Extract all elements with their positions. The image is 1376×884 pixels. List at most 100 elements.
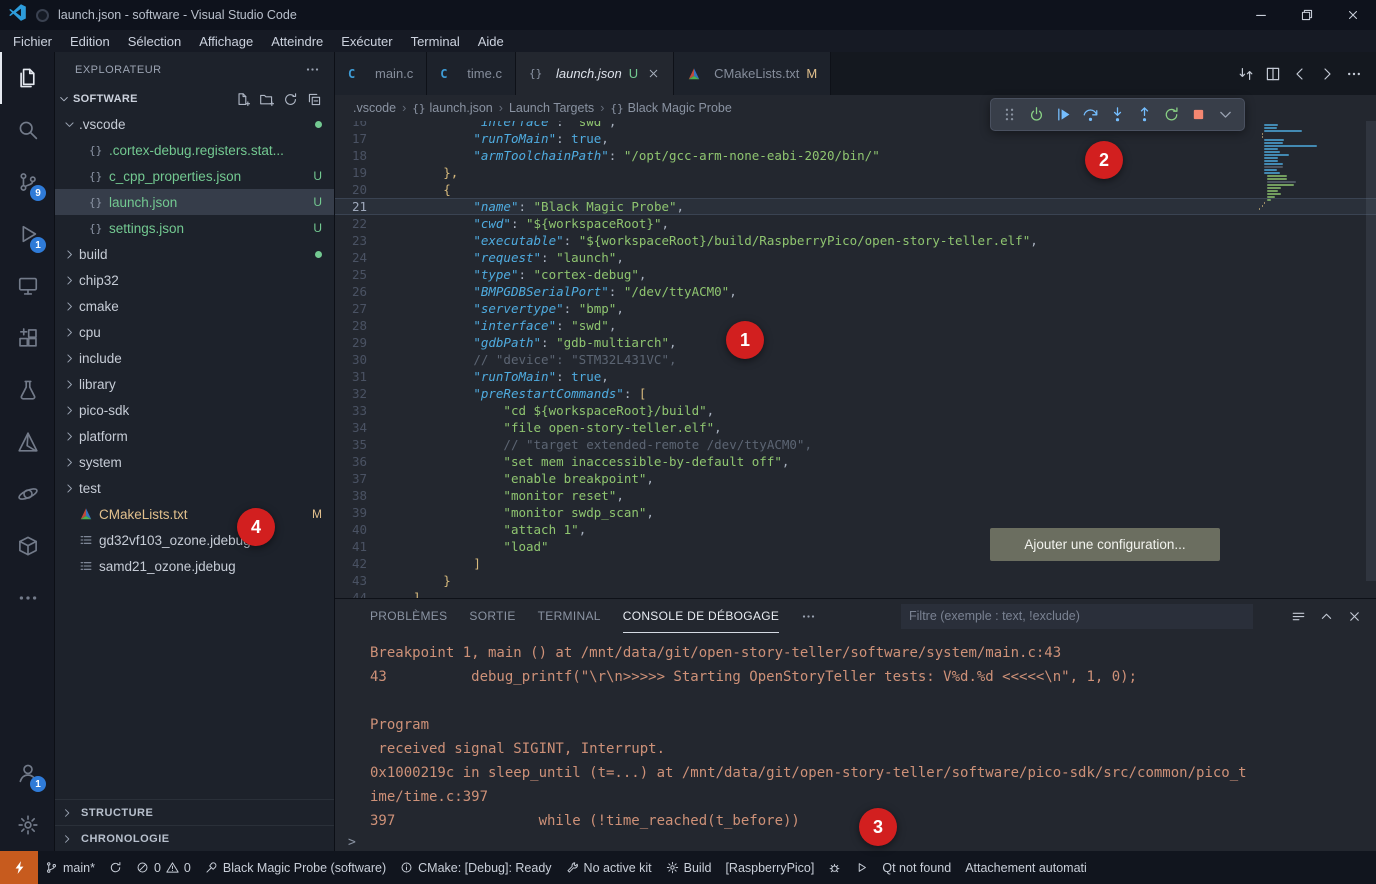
close-button[interactable]: [1330, 0, 1376, 30]
status-sync[interactable]: [102, 861, 129, 874]
breadcrumb-item-launch-targets[interactable]: Launch Targets: [509, 101, 594, 115]
status-qt-status[interactable]: Qt not found: [875, 861, 958, 875]
breadcrumb-item-black-magic-probe[interactable]: {}Black Magic Probe: [610, 101, 731, 115]
code-line-29[interactable]: 29 "gdbPath": "gdb-multiarch",: [335, 334, 1376, 351]
code-line-24[interactable]: 24 "request": "launch",: [335, 249, 1376, 266]
activity-testing[interactable]: [0, 364, 54, 416]
editor-scrollbar[interactable]: [1366, 121, 1376, 581]
minimap[interactable]: [1256, 124, 1362, 211]
panel-more-icon[interactable]: [801, 609, 816, 624]
status-auto-attach[interactable]: Attachement automati: [958, 861, 1094, 875]
tree-item-c-cpp-properties-json[interactable]: {}c_cpp_properties.jsonU: [55, 163, 334, 189]
code-line-38[interactable]: 38 "monitor reset",: [335, 487, 1376, 504]
maximize-button[interactable]: [1284, 0, 1330, 30]
tree-item-gd32vf103-ozone-jdebug[interactable]: gd32vf103_ozone.jdebug: [55, 527, 334, 553]
step-into-button[interactable]: [1105, 102, 1130, 127]
collapse-all-icon[interactable]: [307, 92, 322, 107]
refresh-icon[interactable]: [283, 92, 298, 107]
tree-item-launch-json[interactable]: {}launch.jsonU: [55, 189, 334, 215]
tree-item-test[interactable]: test: [55, 475, 334, 501]
status-cmake-status[interactable]: CMake: [Debug]: Ready: [393, 861, 558, 875]
code-line-32[interactable]: 32 "preRestartCommands": [: [335, 385, 1376, 402]
tree-item-vscode[interactable]: .vscode: [55, 111, 334, 137]
chevron-up-icon[interactable]: [1319, 609, 1334, 624]
stop-button[interactable]: [1186, 102, 1211, 127]
status-git-branch[interactable]: main*: [38, 861, 102, 875]
activity-run-debug[interactable]: 1: [0, 208, 54, 260]
new-file-icon[interactable]: [235, 92, 250, 107]
close-icon[interactable]: [647, 67, 660, 80]
code-line-33[interactable]: 33 "cd ${workspaceRoot}/build",: [335, 402, 1376, 419]
code-line-37[interactable]: 37 "enable breakpoint",: [335, 470, 1376, 487]
activity-orbit-view[interactable]: [0, 468, 54, 520]
menu-executer[interactable]: Exécuter: [332, 34, 401, 49]
tab-time-c[interactable]: Ctime.c: [427, 52, 516, 95]
code-line-18[interactable]: 18 "armToolchainPath": "/opt/gcc-arm-non…: [335, 147, 1376, 164]
status-problems[interactable]: 00: [129, 861, 198, 875]
continue-button[interactable]: [1051, 102, 1076, 127]
code-line-23[interactable]: 23 "executable": "${workspaceRoot}/build…: [335, 232, 1376, 249]
activity-accounts[interactable]: 1: [0, 747, 54, 799]
panel-tab-terminal[interactable]: TERMINAL: [538, 599, 601, 633]
explorer-more-icon[interactable]: [305, 62, 320, 77]
code-line-17[interactable]: 17 "runToMain": true,: [335, 130, 1376, 147]
menu-affichage[interactable]: Affichage: [190, 34, 262, 49]
tree-item-cpu[interactable]: cpu: [55, 319, 334, 345]
activity-extensions[interactable]: [0, 312, 54, 364]
console-filter-input[interactable]: [901, 604, 1253, 629]
drag-handle[interactable]: [997, 102, 1022, 127]
activity-settings[interactable]: [0, 799, 54, 851]
code-line-27[interactable]: 27 "servertype": "bmp",: [335, 300, 1376, 317]
code-line-21[interactable]: 21 "name": "Black Magic Probe",: [335, 198, 1376, 215]
status-active-kit[interactable]: No active kit: [559, 861, 659, 875]
menu-atteindre[interactable]: Atteindre: [262, 34, 332, 49]
code-line-44[interactable]: 44 ]: [335, 589, 1376, 598]
tab-cmakelists-txt[interactable]: CMakeLists.txtM: [674, 52, 831, 95]
activity-more-views[interactable]: [0, 572, 54, 624]
menu-selection[interactable]: Sélection: [119, 34, 190, 49]
back-icon[interactable]: [1292, 66, 1308, 82]
tree-item-settings-json[interactable]: {}settings.jsonU: [55, 215, 334, 241]
close-icon[interactable]: [1347, 609, 1362, 624]
tree-item-library[interactable]: library: [55, 371, 334, 397]
tab-launch-json[interactable]: {}launch.jsonU: [516, 52, 674, 95]
step-over-button[interactable]: [1078, 102, 1103, 127]
tab-main-c[interactable]: Cmain.c: [335, 52, 427, 95]
code-line-34[interactable]: 34 "file open-story-teller.elf",: [335, 419, 1376, 436]
menu-fichier[interactable]: Fichier: [4, 34, 61, 49]
code-line-26[interactable]: 26 "BMPGDBSerialPort": "/dev/ttyACM0",: [335, 283, 1376, 300]
tree-item-chip32[interactable]: chip32: [55, 267, 334, 293]
activity-search[interactable]: [0, 104, 54, 156]
minimize-button[interactable]: [1238, 0, 1284, 30]
section-chronologie[interactable]: CHRONOLOGIE: [55, 825, 334, 851]
code-line-43[interactable]: 43 }: [335, 572, 1376, 589]
activity-package-explorer[interactable]: [0, 520, 54, 572]
tree-item-include[interactable]: include: [55, 345, 334, 371]
new-folder-icon[interactable]: [259, 92, 274, 107]
code-line-36[interactable]: 36 "set mem inaccessible-by-default off"…: [335, 453, 1376, 470]
tree-item-samd21-ozone-jdebug[interactable]: samd21_ozone.jdebug: [55, 553, 334, 579]
more-button[interactable]: [1213, 102, 1238, 127]
debug-console-input[interactable]: >: [335, 833, 1376, 851]
tree-item-build[interactable]: build: [55, 241, 334, 267]
panel-tab-sortie[interactable]: SORTIE: [469, 599, 515, 633]
panel-tab-problemes[interactable]: PROBLÈMES: [370, 599, 447, 633]
add-configuration-button[interactable]: Ajouter une configuration...: [990, 528, 1220, 561]
step-out-button[interactable]: [1132, 102, 1157, 127]
remote-indicator[interactable]: [0, 851, 38, 884]
code-line-30[interactable]: 30 // "device": "STM32L431VC",: [335, 351, 1376, 368]
status-debug[interactable]: [821, 861, 848, 874]
menu-edition[interactable]: Edition: [61, 34, 119, 49]
status-debug-config[interactable]: Black Magic Probe (software): [198, 861, 393, 875]
code-line-39[interactable]: 39 "monitor swdp_scan",: [335, 504, 1376, 521]
tree-item-cmake[interactable]: cmake: [55, 293, 334, 319]
activity-cmake-tools[interactable]: [0, 416, 54, 468]
activity-remote-explorer[interactable]: [0, 260, 54, 312]
code-line-19[interactable]: 19 },: [335, 164, 1376, 181]
menu-terminal[interactable]: Terminal: [402, 34, 469, 49]
section-software[interactable]: SOFTWARE: [55, 87, 334, 111]
tree-item-pico-sdk[interactable]: pico-sdk: [55, 397, 334, 423]
section-structure[interactable]: STRUCTURE: [55, 799, 334, 825]
status-build-target[interactable]: [RaspberryPico]: [718, 861, 821, 875]
menu-aide[interactable]: Aide: [469, 34, 513, 49]
